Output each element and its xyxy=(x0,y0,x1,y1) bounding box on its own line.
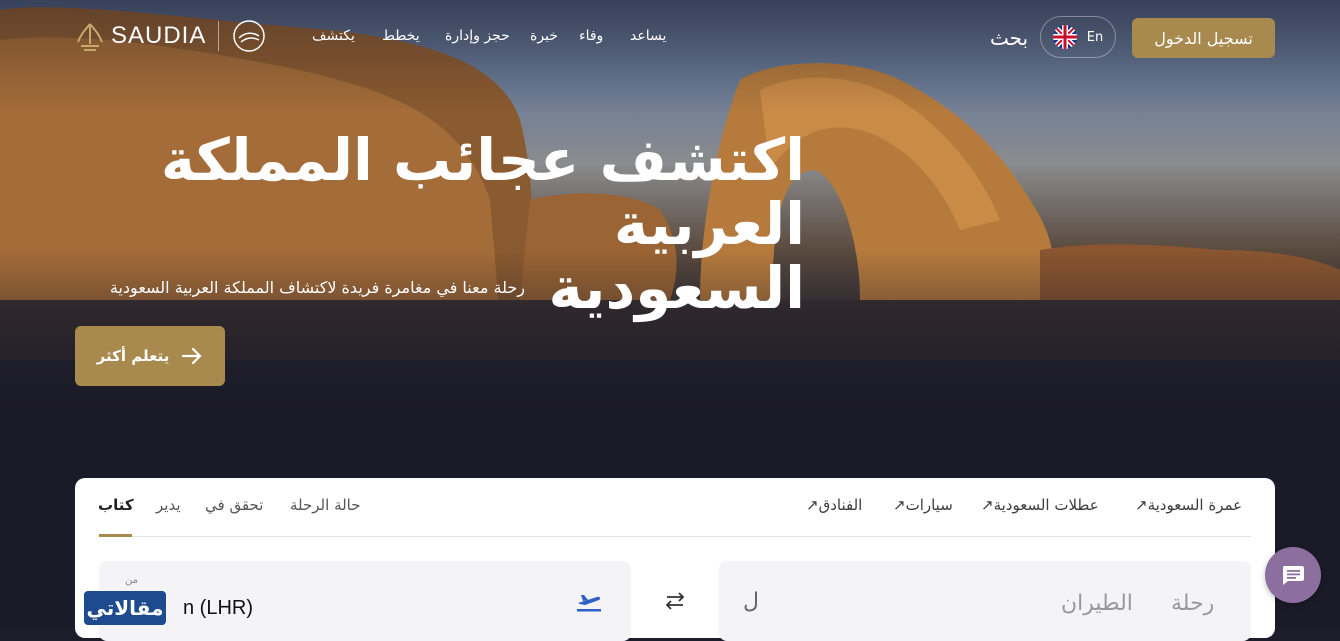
from-label: من xyxy=(125,575,138,586)
tab-book[interactable]: كتاب xyxy=(98,496,134,514)
language-switch[interactable]: En xyxy=(1040,16,1116,58)
skyteam-icon xyxy=(233,20,266,52)
saudia-logo[interactable]: SAUDIA xyxy=(75,18,267,54)
from-field[interactable]: من n (LHR) xyxy=(99,561,631,641)
menu-item-discover[interactable]: يكتشف xyxy=(312,28,355,44)
language-label: En xyxy=(1086,29,1104,45)
search-button[interactable]: بحث xyxy=(990,26,1028,50)
saudia-logo-icon xyxy=(77,23,103,51)
tab-check-in[interactable]: تحقق في xyxy=(205,496,263,514)
learn-more-label: يتعلم أكثر xyxy=(96,347,170,365)
booking-tabs: كتاب يدير تحقق في حالة الرحلة xyxy=(75,496,475,526)
top-navigation: SAUDIA يكتشف يخطط حجز وإدارة خبرة وفاء ي… xyxy=(0,16,1340,60)
uk-flag-icon xyxy=(1052,25,1077,49)
to-placeholder: ل xyxy=(743,589,759,614)
trip-type-trip: رحلة xyxy=(1171,591,1215,616)
quick-link-cars[interactable]: ↗سيارات xyxy=(893,496,953,514)
menu-item-plan[interactable]: يخطط xyxy=(382,28,420,44)
trip-type-flight: الطيران xyxy=(1061,591,1133,616)
menu-item-loyalty[interactable]: وفاء xyxy=(579,28,603,44)
tabs-divider xyxy=(99,536,1251,537)
quick-link-holidays[interactable]: ↗عطلات السعودية xyxy=(981,496,1099,514)
plane-takeoff-icon xyxy=(577,595,601,612)
login-button[interactable]: تسجيل الدخول xyxy=(1132,18,1275,58)
arrow-right-icon xyxy=(182,347,202,365)
menu-item-book-manage[interactable]: حجز وإدارة xyxy=(445,28,510,44)
site-watermark: مقالاتي xyxy=(84,591,166,625)
swap-icon[interactable] xyxy=(663,591,687,611)
quick-link-umrah[interactable]: ↗عمرة السعودية xyxy=(1135,496,1242,514)
tab-flight-status[interactable]: حالة الرحلة xyxy=(290,496,361,514)
learn-more-button[interactable]: يتعلم أكثر xyxy=(75,326,225,386)
quick-link-hotels[interactable]: ↗الفنادق xyxy=(806,496,862,514)
booking-panel: ↗عمرة السعودية ↗عطلات السعودية ↗سيارات ↗… xyxy=(75,478,1275,641)
menu-item-help[interactable]: يساعد xyxy=(630,28,666,44)
menu-item-experience[interactable]: خبرة xyxy=(530,28,558,44)
from-value: n (LHR) xyxy=(183,597,254,619)
logo-text: SAUDIA xyxy=(111,22,207,49)
tab-manage[interactable]: يدير xyxy=(156,496,181,514)
chat-icon xyxy=(1283,566,1304,585)
active-tab-indicator xyxy=(99,534,132,537)
logo-divider xyxy=(218,21,220,51)
hero-subtitle: رحلة معنا في مغامرة فريدة لاكتشاف المملك… xyxy=(109,278,525,297)
chat-button[interactable] xyxy=(1265,547,1321,603)
headline-line-1: اكتشف عجائب المملكة العربية xyxy=(160,126,805,258)
to-field[interactable]: ل الطيران رحلة xyxy=(719,561,1251,641)
